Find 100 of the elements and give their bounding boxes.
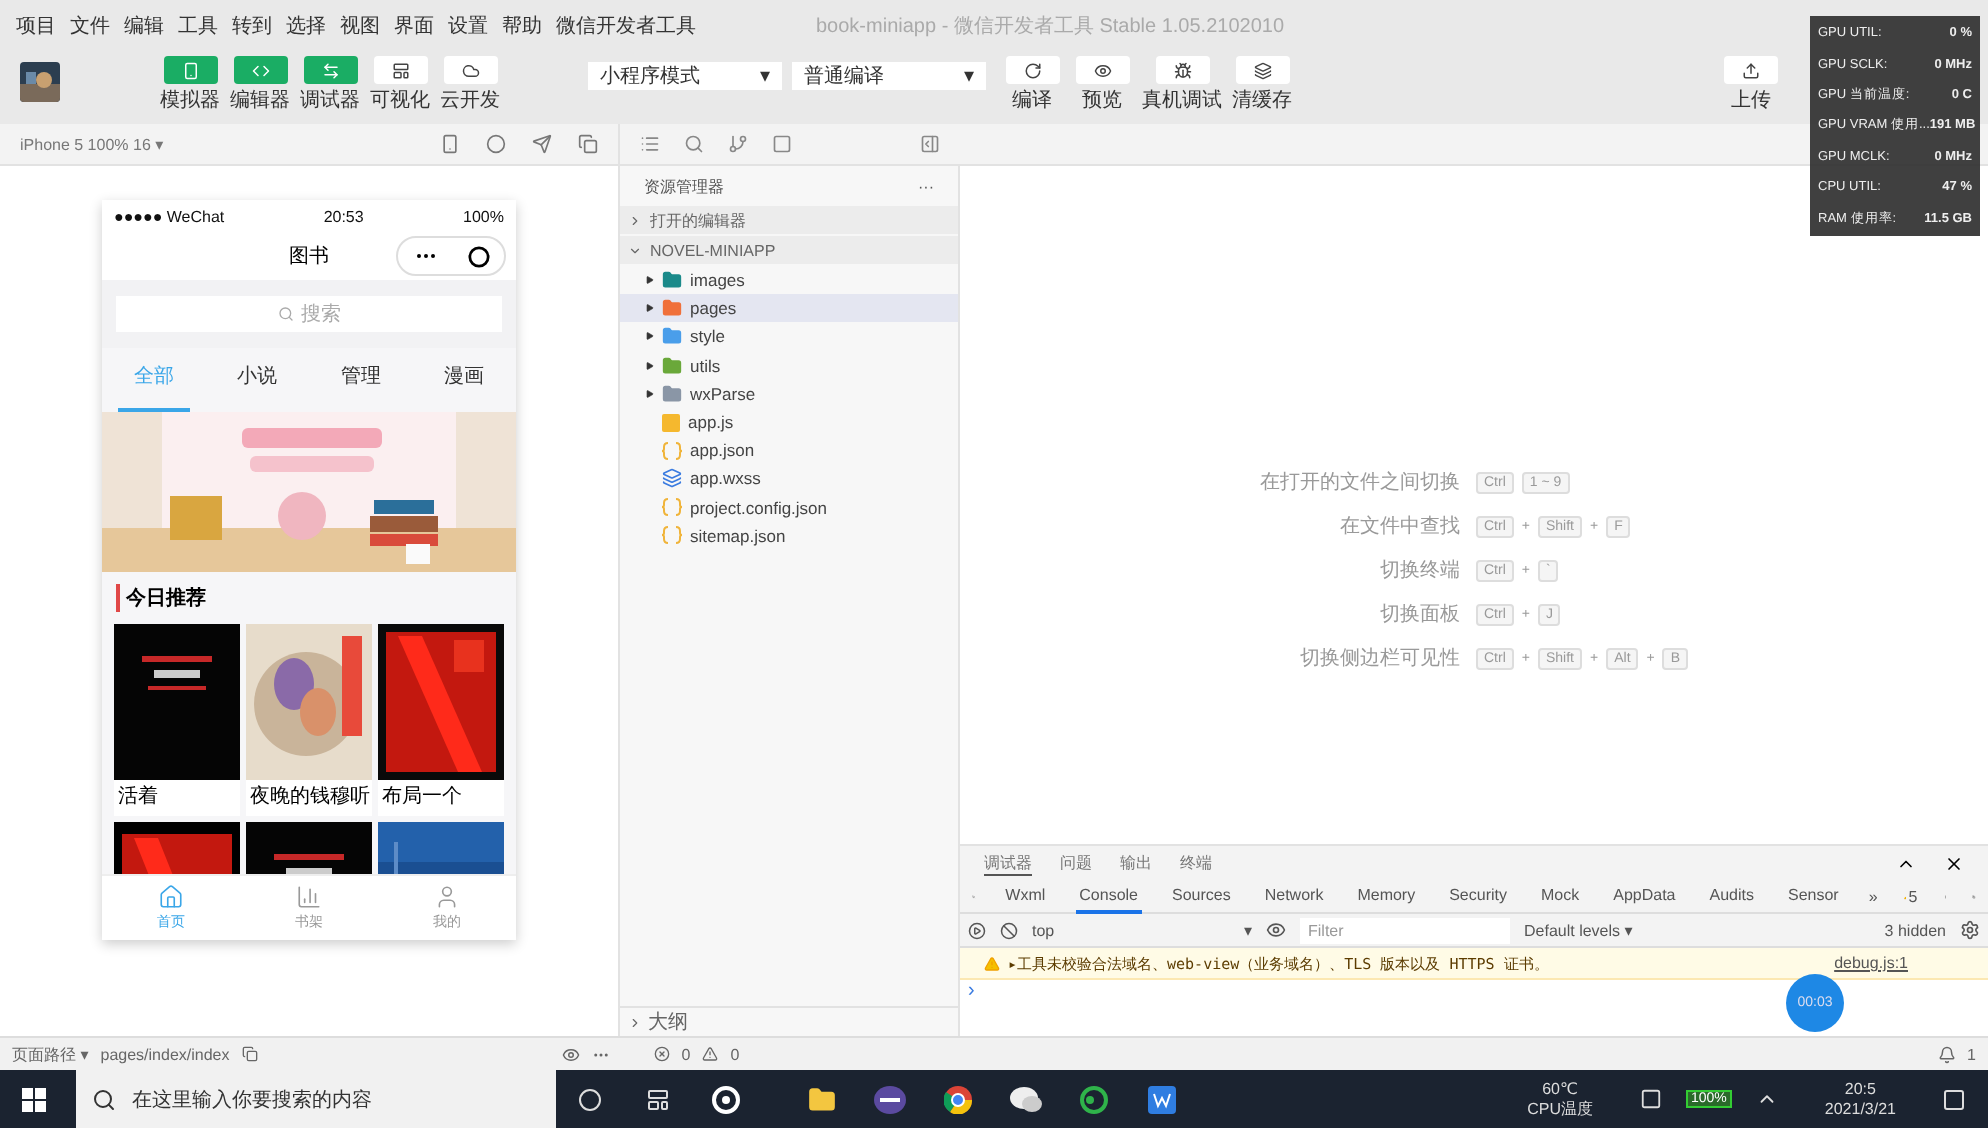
tree-item[interactable]: images <box>620 266 958 295</box>
devtools-tab[interactable]: AppData <box>1609 881 1680 913</box>
category-tab[interactable]: 漫画 <box>428 348 500 412</box>
devtools-tab[interactable]: Wxml <box>1001 881 1050 913</box>
bell-icon[interactable] <box>1937 1045 1956 1063</box>
window-icon[interactable] <box>578 134 598 154</box>
chat-icon[interactable] <box>1010 1085 1042 1113</box>
capsule-button[interactable] <box>396 236 506 276</box>
menu-item[interactable]: 编辑 <box>124 11 164 39</box>
copy-icon[interactable] <box>241 1046 258 1062</box>
taskbar-search[interactable]: 在这里输入你要搜索的内容 <box>76 1070 556 1128</box>
toolbar-button[interactable]: 预览 <box>1072 56 1132 114</box>
record-icon[interactable] <box>486 134 506 154</box>
upload-button[interactable]: 上传 <box>1724 56 1778 114</box>
mode-toggle[interactable]: 云开发 <box>440 56 500 114</box>
more-tabs-button[interactable]: » <box>1868 888 1878 906</box>
console-prompt[interactable]: › <box>968 980 975 1002</box>
js-file-icon <box>662 413 680 432</box>
home-icon <box>158 884 184 910</box>
devtools-tab[interactable]: Network <box>1260 881 1328 913</box>
search-icon <box>92 1087 116 1111</box>
document-icon[interactable] <box>1148 1085 1176 1113</box>
code-icon <box>251 61 269 79</box>
cloud-icon <box>461 61 479 79</box>
menu-item[interactable]: 界面 <box>394 11 434 39</box>
tree-section[interactable]: NOVEL-MINIAPP <box>620 236 958 264</box>
page-path-label[interactable]: 页面路径 ▾ <box>12 1043 89 1065</box>
task-view-icon[interactable] <box>646 1087 670 1111</box>
source-link[interactable]: debug.js:1 <box>1834 954 1908 972</box>
browser-icon[interactable] <box>944 1085 972 1113</box>
sidebar-toggle-icon[interactable] <box>968 921 986 939</box>
shortcut-label: 切换面板 <box>1378 601 1460 628</box>
panel-tab[interactable]: 调试器 <box>984 852 1032 876</box>
cortana-icon[interactable] <box>578 1087 602 1111</box>
tree-item[interactable]: pages <box>620 294 958 323</box>
devtools-tab[interactable]: Sensor <box>1784 881 1843 913</box>
tray-icon[interactable] <box>1640 1088 1662 1110</box>
shortcut-label: 切换侧边栏可见性 <box>1298 645 1460 672</box>
search-icon[interactable] <box>684 134 704 154</box>
mode-toggle[interactable]: 编辑器 <box>230 56 290 114</box>
tree-item[interactable]: app.json <box>620 436 958 465</box>
folder-icon[interactable] <box>808 1085 836 1113</box>
clear-icon[interactable] <box>1000 921 1018 939</box>
menu-item[interactable]: 转到 <box>232 11 272 39</box>
devtools-tab[interactable]: Sources <box>1168 881 1235 913</box>
app-icon[interactable] <box>874 1085 906 1113</box>
tree-item[interactable]: app.js <box>620 407 958 437</box>
category-tab[interactable]: 管理 <box>325 348 397 412</box>
more-button[interactable]: ··· <box>918 177 934 195</box>
tree-item[interactable]: wxParse <box>620 379 958 408</box>
panel-tab[interactable]: 终端 <box>1180 852 1212 876</box>
list-icon[interactable] <box>640 134 660 154</box>
tree-item[interactable]: utils <box>620 351 958 380</box>
panel-tab[interactable]: 输出 <box>1120 852 1152 876</box>
mode-toggle[interactable]: 调试器 <box>300 56 360 114</box>
tree-section[interactable]: 打开的编辑器 <box>620 206 958 234</box>
devtools-tab[interactable]: Memory <box>1353 881 1420 913</box>
mode-select[interactable]: 普通编译 ▾ <box>792 62 986 90</box>
eye-icon[interactable] <box>1266 920 1286 940</box>
devtools-tab[interactable]: Audits <box>1705 881 1758 913</box>
warning-count: 5 <box>1908 888 1918 906</box>
tree-item[interactable]: sitemap.json <box>620 521 958 550</box>
devtools-tab[interactable]: Security <box>1445 881 1511 913</box>
context-select[interactable]: top ▾ <box>1032 921 1252 939</box>
toolbar-button[interactable]: 清缓存 <box>1232 56 1292 114</box>
menu-item[interactable]: 设置 <box>448 11 488 39</box>
menu-item[interactable]: 选择 <box>286 11 326 39</box>
filter-field[interactable]: Filter <box>1300 917 1510 943</box>
tree-item[interactable]: app.wxss <box>620 464 958 493</box>
phone-icon[interactable] <box>440 134 460 154</box>
menu-item[interactable]: 视图 <box>340 11 380 39</box>
tree-item[interactable]: style <box>620 322 958 352</box>
menu-item[interactable]: 工具 <box>178 11 218 39</box>
panel-tab[interactable]: 问题 <box>1060 852 1092 876</box>
device-select[interactable]: iPhone 5 100% 16 ▾ <box>20 135 164 153</box>
send-icon[interactable] <box>532 134 552 154</box>
square-icon[interactable] <box>772 134 792 154</box>
toolbar-button[interactable]: 编译 <box>1002 56 1062 114</box>
notification-icon[interactable] <box>1942 1087 1966 1111</box>
mode-toggle[interactable]: 模拟器 <box>160 56 220 114</box>
branch-icon[interactable] <box>728 134 748 154</box>
levels-select[interactable]: Default levels ▾ <box>1524 921 1633 939</box>
devtools-tab[interactable]: Mock <box>1537 881 1584 913</box>
braces-icon <box>662 441 682 460</box>
category-tab[interactable]: 小说 <box>221 348 293 412</box>
menu-item[interactable]: 文件 <box>70 11 110 39</box>
panel-icon[interactable] <box>920 134 940 154</box>
toolbar-button[interactable]: 真机调试 <box>1142 56 1222 114</box>
menu-item[interactable]: 项目 <box>16 11 56 39</box>
windows-icon[interactable] <box>22 1087 46 1111</box>
mode-toggle[interactable]: 可视化 <box>370 56 430 114</box>
devtools-icon[interactable] <box>1080 1085 1108 1113</box>
menu-item[interactable]: 微信开发者工具 <box>556 11 696 39</box>
mode-select[interactable]: 小程序模式 ▾ <box>588 62 782 90</box>
carrier-label: ●●●●● WeChat <box>114 207 225 225</box>
close-icon[interactable] <box>1944 854 1964 874</box>
tree-item[interactable]: project.config.json <box>620 493 958 522</box>
settings-icon[interactable] <box>1960 920 1980 940</box>
menu-item[interactable]: 帮助 <box>502 11 542 39</box>
eye-icon[interactable] <box>561 1045 580 1063</box>
